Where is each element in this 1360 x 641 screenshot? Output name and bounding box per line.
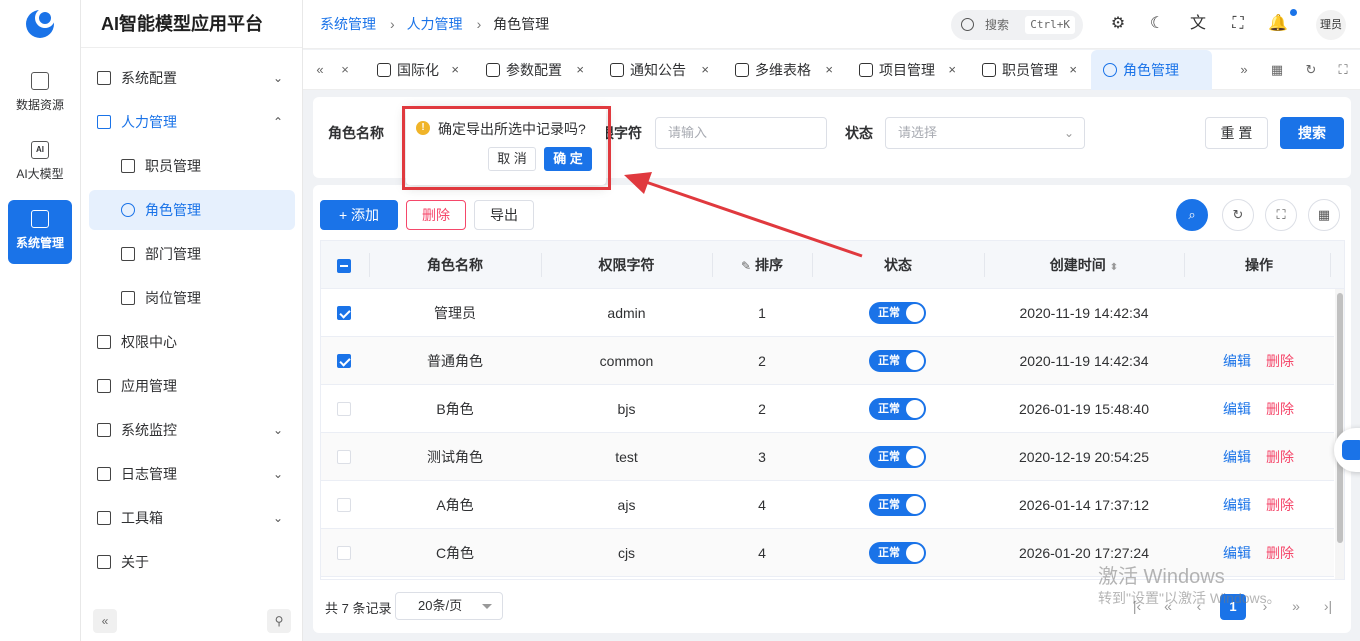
annotation-arrow <box>624 172 863 258</box>
windows-watermark-title: 激活 Windows <box>1098 566 1225 588</box>
windows-watermark-subtitle: 转到"设置"以激活 Windows。 <box>1098 590 1281 606</box>
